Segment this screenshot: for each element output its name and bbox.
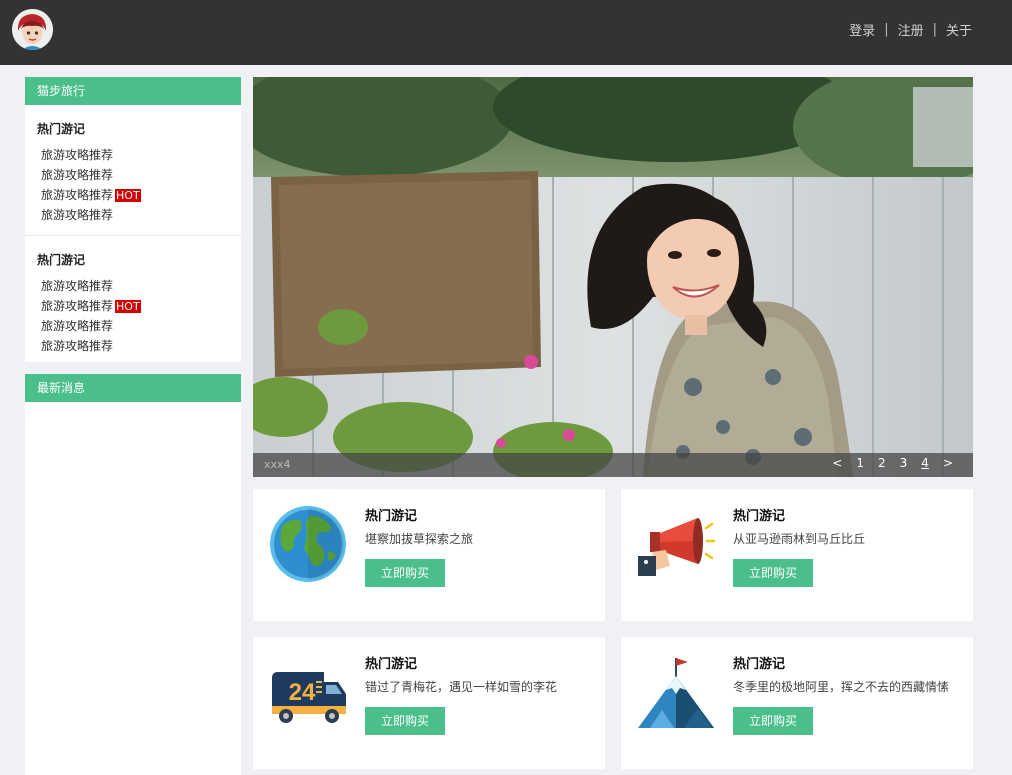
card-title: 热门游记 [365, 657, 418, 672]
register-link[interactable]: 注册 [898, 20, 924, 39]
sidebar-item-label: 旅游攻略推荐 [41, 279, 114, 293]
top-nav: 登录 | 注册 | 关于 [849, 20, 972, 39]
card-title: 热门游记 [733, 509, 786, 524]
card-description: 冬季里的极地阿里，挥之不去的西藏情愫 [733, 680, 950, 694]
buy-now-button[interactable]: 立即购买 [365, 707, 445, 735]
carousel-photo [253, 77, 973, 477]
card-title: 热门游记 [365, 509, 418, 524]
card-description: 错过了青梅花，遇见一样如雪的李花 [365, 680, 558, 694]
buy-now-button[interactable]: 立即购买 [733, 707, 813, 735]
sidebar-list: 旅游攻略推荐 旅游攻略推荐 HOT 旅游攻略推荐 旅游攻略推荐 [37, 276, 241, 356]
carousel-caption-bar: xxx4 < 1 2 3 4 > [253, 453, 973, 477]
buy-now-button[interactable]: 立即购买 [733, 559, 813, 587]
sidebar-item[interactable]: 旅游攻略推荐 HOT [41, 296, 241, 316]
sidebar-item-label: 旅游攻略推荐 [41, 188, 114, 202]
hot-badge: HOT [115, 189, 141, 202]
carousel-caption: xxx4 [264, 458, 291, 471]
carousel-page-1[interactable]: 1 [856, 456, 864, 470]
product-card: 热门游记 堪察加拔草探索之旅 立即购买 [253, 489, 605, 621]
sidebar-item[interactable]: 旅游攻略推荐 [41, 145, 241, 165]
sidebar-item[interactable]: 旅游攻略推荐 [41, 316, 241, 336]
mountain-flag-icon [638, 658, 714, 728]
divider [25, 235, 241, 236]
globe-icon [270, 506, 346, 582]
avatar[interactable] [12, 9, 53, 50]
sidebar-item[interactable]: 旅游攻略推荐 HOT [41, 185, 241, 205]
svg-text:24: 24 [289, 679, 316, 706]
sidebar-item-label: 旅游攻略推荐 [41, 208, 114, 222]
sidebar-item[interactable]: 旅游攻略推荐 [41, 336, 241, 356]
sidebar-item[interactable]: 旅游攻略推荐 [41, 205, 241, 225]
login-link[interactable]: 登录 [849, 20, 875, 39]
sidebar-panel-travel: 猫步旅行 热门游记 旅游攻略推荐 旅游攻略推荐 旅游攻略推荐 HOT 旅游攻略推荐… [25, 77, 241, 362]
nav-separator: | [884, 22, 889, 37]
carousel-prev-button[interactable]: < [832, 456, 842, 470]
sidebar-list: 旅游攻略推荐 旅游攻略推荐 旅游攻略推荐 HOT 旅游攻略推荐 [37, 145, 241, 225]
sidebar-item-label: 旅游攻略推荐 [41, 339, 114, 353]
card-description: 从亚马逊雨林到马丘比丘 [733, 532, 866, 546]
carousel-page-3[interactable]: 3 [900, 456, 908, 470]
delivery-truck-icon: 24 [272, 672, 346, 723]
buy-now-button[interactable]: 立即购买 [365, 559, 445, 587]
group-title: 热门游记 [37, 253, 86, 267]
sidebar-group: 热门游记 旅游攻略推荐 旅游攻略推荐 HOT 旅游攻略推荐 旅游攻略推荐 [25, 251, 241, 356]
card-title: 热门游记 [733, 657, 786, 672]
megaphone-icon [638, 518, 716, 576]
hot-badge: HOT [115, 300, 141, 313]
about-link[interactable]: 关于 [946, 20, 972, 39]
sidebar-item-label: 旅游攻略推荐 [41, 299, 114, 313]
card-description: 堪察加拔草探索之旅 [365, 532, 474, 546]
group-title: 热门游记 [37, 122, 86, 136]
sidebar-item-label: 旅游攻略推荐 [41, 148, 114, 162]
sidebar-item-label: 旅游攻略推荐 [41, 168, 114, 182]
product-card: 热门游记 从亚马逊雨林到马丘比丘 立即购买 [621, 489, 973, 621]
hero-carousel[interactable]: xxx4 < 1 2 3 4 > [253, 77, 973, 477]
product-card: 24 热门游记 错过了青梅花，遇见一样如雪的李花 立即购买 [253, 637, 605, 769]
sidebar-item-label: 旅游攻略推荐 [41, 319, 114, 333]
avatar-icon [12, 9, 53, 50]
sidebar-item[interactable]: 旅游攻略推荐 [41, 276, 241, 296]
panel-title: 最新消息 [25, 374, 241, 402]
carousel-pager: < 1 2 3 4 > [818, 456, 953, 470]
nav-separator: | [932, 22, 937, 37]
carousel-page-2[interactable]: 2 [878, 456, 886, 470]
carousel-page-4[interactable]: 4 [921, 456, 929, 470]
sidebar-item[interactable]: 旅游攻略推荐 [41, 165, 241, 185]
panel-title: 猫步旅行 [25, 77, 241, 105]
product-card: 热门游记 冬季里的极地阿里，挥之不去的西藏情愫 立即购买 [621, 637, 973, 769]
sidebar-group: 热门游记 旅游攻略推荐 旅游攻略推荐 旅游攻略推荐 HOT 旅游攻略推荐 [25, 120, 241, 225]
top-header: 登录 | 注册 | 关于 [0, 0, 1012, 65]
carousel-next-button[interactable]: > [943, 456, 953, 470]
sidebar-panel-news: 最新消息 [25, 374, 241, 775]
